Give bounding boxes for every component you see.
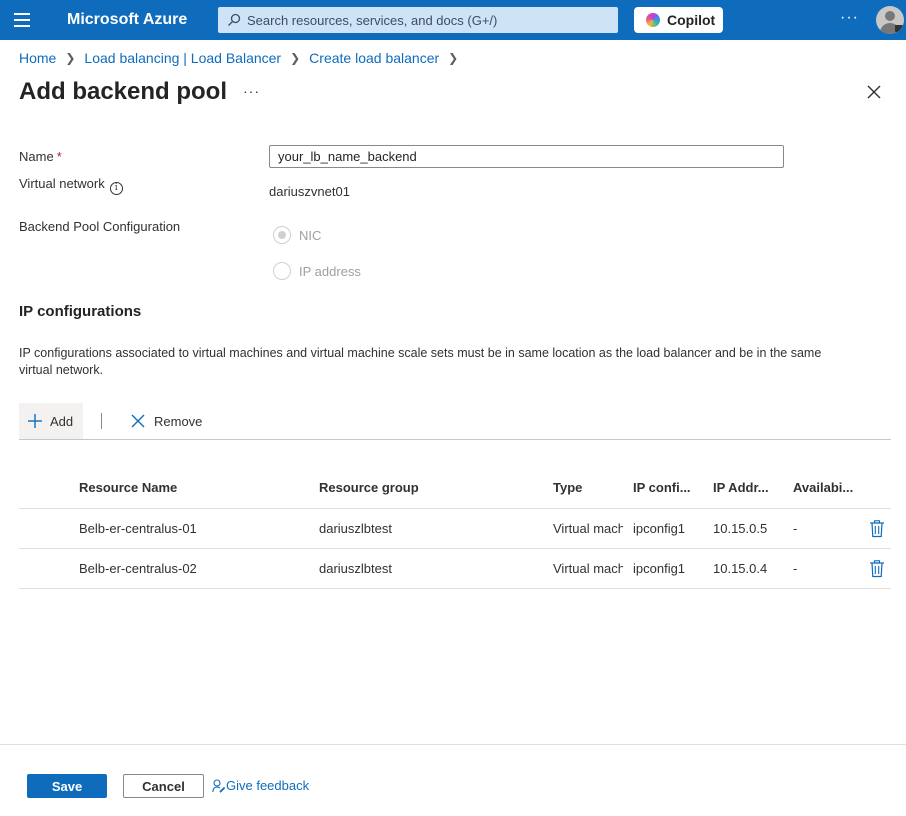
search-box[interactable]: Search resources, services, and docs (G+… (218, 7, 618, 33)
column-header[interactable]: Resource Name (79, 467, 309, 508)
column-header[interactable]: Availabi... (793, 467, 858, 508)
breadcrumb-home[interactable]: Home (19, 50, 56, 66)
radio-selected-icon (273, 226, 291, 244)
column-header[interactable]: Type (553, 467, 623, 508)
table-cell: Virtual mach (553, 561, 623, 576)
name-label: Name * (19, 149, 62, 164)
table-header: Resource Name Resource group Type IP con… (19, 467, 891, 509)
chevron-right-icon: ❯ (448, 51, 459, 65)
radio-nic[interactable]: NIC (273, 226, 321, 244)
breadcrumb: Home ❯ Load balancing | Load Balancer ❯ … (19, 50, 467, 66)
table-row[interactable]: Belb-er-centralus-02 dariuszlbtest Virtu… (19, 549, 891, 589)
table-cell: dariuszlbtest (319, 521, 392, 536)
save-button[interactable]: Save (27, 774, 107, 798)
name-field[interactable] (269, 145, 784, 168)
vnet-value: dariuszvnet01 (269, 184, 350, 199)
ip-config-table: Resource Name Resource group Type IP con… (19, 467, 891, 589)
breadcrumb-create-load-balancer[interactable]: Create load balancer (309, 50, 439, 66)
search-icon (228, 13, 241, 26)
table-cell: ipconfig1 (633, 561, 686, 576)
trash-icon[interactable] (869, 520, 885, 538)
column-header[interactable]: IP confi... (633, 467, 698, 508)
copilot-label: Copilot (667, 12, 716, 28)
cancel-button[interactable]: Cancel (123, 774, 204, 798)
feedback-label: Give feedback (226, 778, 310, 793)
radio-nic-label: NIC (299, 227, 322, 243)
command-bar: Add Remove (19, 403, 891, 440)
close-icon[interactable] (866, 84, 882, 100)
pool-config-label: Backend Pool Configuration (19, 219, 181, 234)
table-row[interactable]: Belb-er-centralus-01 dariuszlbtest Virtu… (19, 509, 891, 549)
copilot-icon (646, 13, 660, 27)
copilot-button[interactable]: Copilot (634, 7, 723, 33)
table-cell: - (793, 521, 798, 536)
table-cell: ipconfig1 (633, 521, 686, 536)
vnet-label: Virtual network i (19, 176, 123, 195)
more-options-icon[interactable]: ··· (840, 9, 859, 27)
table-cell: - (793, 561, 798, 576)
table-cell: Belb-er-centralus-02 (79, 561, 197, 576)
top-bar: Microsoft Azure Search resources, servic… (0, 0, 906, 40)
remove-button[interactable]: Remove (131, 403, 202, 439)
table-cell: 10.15.0.4 (713, 561, 768, 576)
avatar[interactable] (876, 6, 904, 34)
chevron-right-icon: ❯ (290, 51, 301, 65)
brand-title[interactable]: Microsoft Azure (67, 11, 187, 29)
column-header[interactable]: IP Addr... (713, 467, 778, 508)
feedback-icon (212, 778, 225, 793)
table-cell: Virtual mach (553, 521, 623, 536)
table-cell: Belb-er-centralus-01 (79, 521, 197, 536)
search-placeholder: Search resources, services, and docs (G+… (247, 13, 498, 28)
section-description: IP configurations associated to virtual … (19, 346, 822, 377)
lock-icon (895, 25, 903, 32)
section-title: IP configurations (19, 303, 142, 320)
give-feedback-link[interactable]: Give feedback (212, 778, 309, 793)
required-mark: * (56, 149, 62, 164)
plus-icon (28, 414, 42, 428)
toolbar-divider (101, 413, 102, 429)
radio-ip-label: IP address (299, 263, 361, 279)
info-icon[interactable]: i (109, 182, 123, 195)
close-icon (131, 414, 145, 428)
footer-divider (0, 744, 906, 745)
add-label: Add (50, 413, 74, 429)
trash-icon[interactable] (869, 560, 885, 578)
remove-label: Remove (154, 413, 203, 429)
radio-unselected-icon (273, 262, 291, 280)
chevron-right-icon: ❯ (65, 51, 76, 65)
page-title: Add backend pool (19, 78, 228, 105)
column-header[interactable]: Resource group (319, 467, 544, 508)
title-more-icon[interactable]: ··· (243, 83, 260, 99)
menu-icon[interactable] (14, 13, 30, 27)
add-button[interactable]: Add (19, 403, 83, 439)
table-cell: dariuszlbtest (319, 561, 392, 576)
table-cell: 10.15.0.5 (713, 521, 768, 536)
radio-ip-address[interactable]: IP address (273, 262, 361, 280)
breadcrumb-load-balancing[interactable]: Load balancing | Load Balancer (84, 50, 281, 66)
